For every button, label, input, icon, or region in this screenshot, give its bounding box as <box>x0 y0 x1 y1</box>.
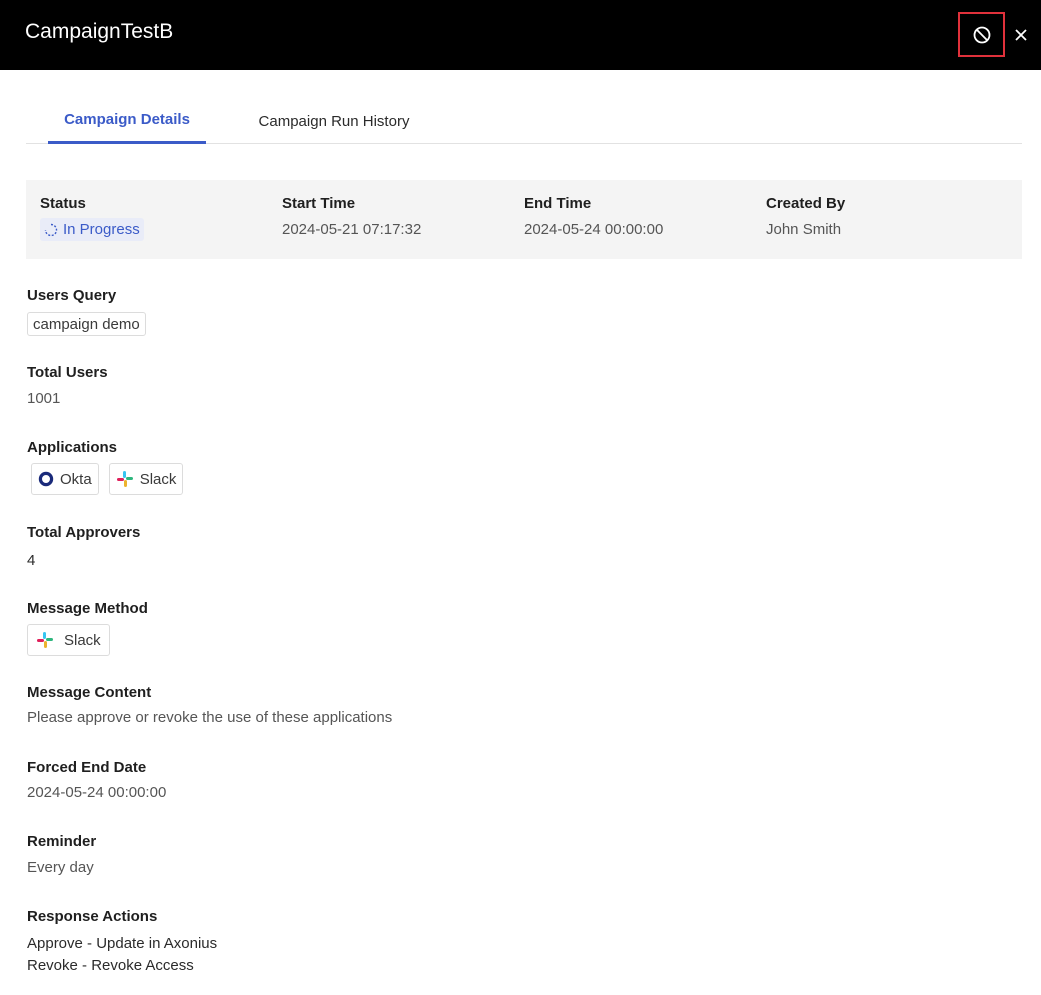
start-time-value: 2024-05-21 07:17:32 <box>282 221 422 238</box>
close-button[interactable] <box>1010 24 1032 46</box>
message-method-label: Message Method <box>27 600 148 617</box>
users-query-section: Users Query campaign demo <box>27 287 146 336</box>
application-name: Okta <box>60 470 92 488</box>
message-content-label: Message Content <box>27 684 152 701</box>
total-approvers-section: Total Approvers 4 <box>27 524 140 569</box>
okta-icon <box>38 471 54 487</box>
created-by-value: John Smith <box>766 221 842 238</box>
tab-campaign-run-history[interactable]: Campaign Run History <box>254 98 414 144</box>
total-users-section: Total Users 1001 <box>27 364 108 407</box>
application-name: Slack <box>139 470 177 488</box>
page-title: CampaignTestB <box>25 20 174 43</box>
total-users-value: 1001 <box>27 390 61 407</box>
response-action-item: Approve - Update in Axonius <box>27 935 218 952</box>
end-time-column: End Time 2024-05-24 00:00:00 <box>524 195 663 238</box>
response-actions-label: Response Actions <box>27 908 158 925</box>
message-method-chip[interactable]: Slack <box>27 624 110 656</box>
status-label: Status <box>40 195 86 212</box>
start-time-label: Start Time <box>282 195 356 212</box>
response-actions-section: Response Actions Approve - Update in Axo… <box>27 908 217 974</box>
users-query-chip[interactable]: campaign demo <box>27 312 146 336</box>
spinner-icon <box>44 223 58 236</box>
reminder-section: Reminder Every day <box>27 833 96 876</box>
users-query-label: Users Query <box>27 287 117 304</box>
total-approvers-value: 4 <box>27 552 36 569</box>
response-action-item: Revoke - Revoke Access <box>27 957 194 974</box>
close-icon <box>1015 29 1027 41</box>
message-method-value: Slack <box>64 631 101 649</box>
message-content-value: Please approve or revoke the use of thes… <box>27 709 393 726</box>
end-time-label: End Time <box>524 195 592 212</box>
status-badge: In Progress <box>40 218 144 241</box>
applications-label: Applications <box>27 439 118 456</box>
stop-campaign-icon <box>973 26 990 43</box>
created-by-column: Created By John Smith <box>766 195 845 238</box>
application-chip-slack[interactable]: Slack <box>108 463 184 495</box>
stop-campaign-button[interactable] <box>958 12 1005 57</box>
end-time-value: 2024-05-24 00:00:00 <box>524 221 664 238</box>
forced-end-date-value: 2024-05-24 00:00:00 <box>27 784 167 801</box>
status-column: Status In Progress <box>40 195 144 242</box>
reminder-label: Reminder <box>27 833 97 850</box>
start-time-column: Start Time 2024-05-21 07:17:32 <box>282 195 421 238</box>
slack-icon <box>37 632 53 648</box>
application-chip-okta[interactable]: Okta <box>31 463 99 495</box>
message-content-section: Message Content Please approve or revoke… <box>27 684 392 726</box>
tab-campaign-details[interactable]: Campaign Details <box>48 98 206 144</box>
forced-end-date-label: Forced End Date <box>27 759 147 776</box>
reminder-value: Every day <box>27 859 94 876</box>
slack-icon <box>116 471 133 487</box>
applications-section: Applications Okta Slack <box>27 439 184 495</box>
total-users-label: Total Users <box>27 364 108 381</box>
drawer-header: CampaignTestB <box>0 0 1041 70</box>
created-by-label: Created By <box>766 195 846 212</box>
message-method-section: Message Method Slack <box>27 600 148 656</box>
tab-bar: Campaign Details Campaign Run History <box>26 98 1022 144</box>
status-value: In Progress <box>63 221 140 238</box>
campaign-summary-panel: Status In Progress Start Time 2024-05-21… <box>26 180 1022 259</box>
forced-end-date-section: Forced End Date 2024-05-24 00:00:00 <box>27 759 166 801</box>
total-approvers-label: Total Approvers <box>27 524 141 541</box>
